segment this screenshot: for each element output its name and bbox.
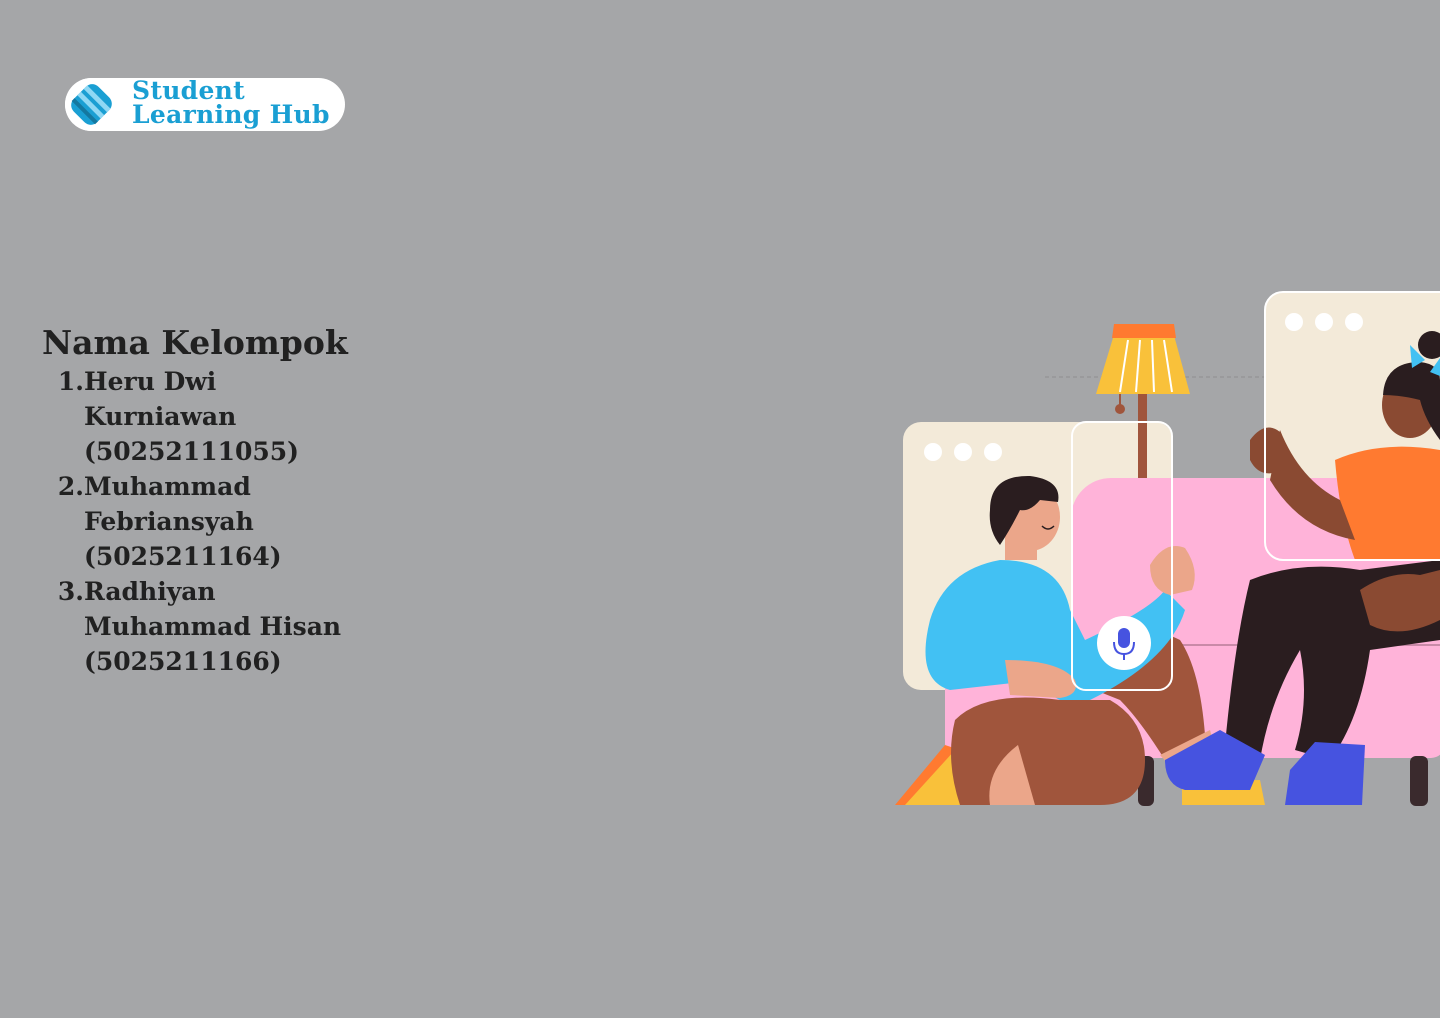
brand-logo[interactable]: Student Learning Hub bbox=[65, 78, 345, 131]
group-title: Nama Kelompok bbox=[42, 323, 348, 362]
list-item: 1. Heru Dwi Kurniawan (50252111055) bbox=[42, 364, 402, 469]
video-call-illustration bbox=[895, 291, 1440, 806]
member-id: (5025211166) bbox=[84, 647, 282, 676]
microphone-icon[interactable] bbox=[1097, 616, 1151, 670]
member-name-line: Kurniawan bbox=[84, 402, 237, 431]
member-number: 2. bbox=[57, 472, 84, 501]
member-name-line: Febriansyah bbox=[84, 507, 254, 536]
member-name-line: Muhammad bbox=[84, 472, 251, 501]
member-name-line: Radhiyan bbox=[84, 577, 216, 606]
group-section: Nama Kelompok 1. Heru Dwi Kurniawan (502… bbox=[42, 322, 402, 679]
member-number: 3. bbox=[57, 577, 84, 606]
brand-name: Student Learning Hub bbox=[132, 78, 330, 129]
member-id: (50252111055) bbox=[84, 437, 300, 466]
member-name-line: Muhammad Hisan bbox=[84, 612, 342, 641]
member-list: 1. Heru Dwi Kurniawan (50252111055) 2. M… bbox=[42, 364, 402, 679]
list-item: 3. Radhiyan Muhammad Hisan (5025211166) bbox=[42, 574, 402, 679]
stacked-stripes-logo-icon bbox=[65, 78, 118, 131]
list-item: 2. Muhammad Febriansyah (5025211164) bbox=[42, 469, 402, 574]
member-number: 1. bbox=[57, 367, 84, 396]
member-name-line: Heru Dwi bbox=[84, 367, 217, 396]
member-id: (5025211164) bbox=[84, 542, 282, 571]
brand-line-2: Learning Hub bbox=[132, 100, 330, 129]
